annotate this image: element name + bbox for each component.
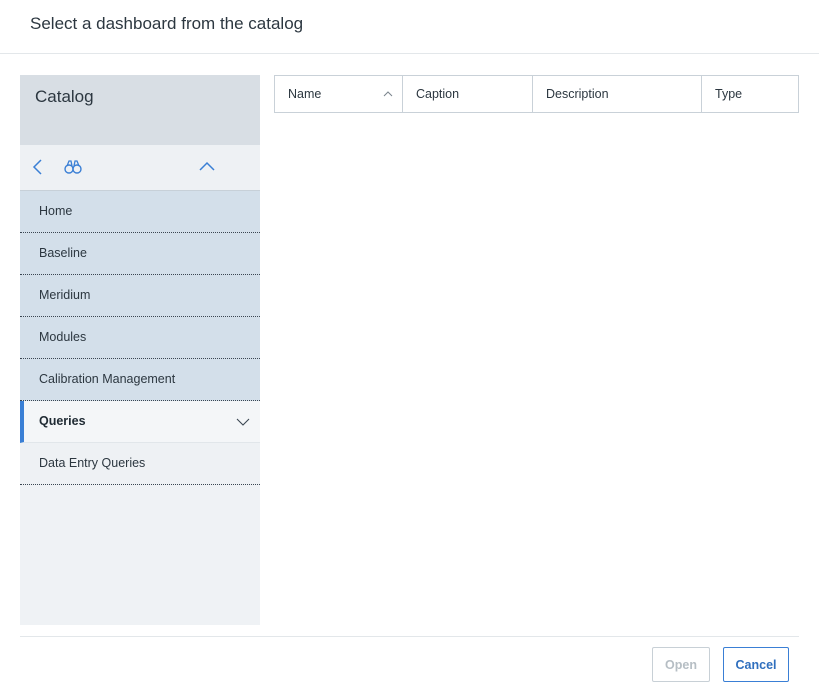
dialog-header: Select a dashboard from the catalog [0,0,819,54]
catalog-item-home[interactable]: Home [20,191,260,233]
chevron-up-icon[interactable] [196,156,218,178]
dialog-title: Select a dashboard from the catalog [30,14,304,33]
catalog-item-label: Queries [39,414,86,428]
catalog-item-label: Meridium [39,288,91,302]
catalog-item-label: Baseline [39,246,87,260]
column-header-label: Type [715,87,743,101]
catalog-item-label: Calibration Management [39,372,176,386]
open-button[interactable]: Open [652,647,710,682]
footer-divider [20,636,799,637]
catalog-item-meridium[interactable]: Meridium [20,275,260,317]
column-header-description[interactable]: Description [533,76,702,112]
column-header-name[interactable]: Name [275,76,403,112]
binoculars-icon[interactable] [62,156,84,178]
column-header-label: Description [546,87,609,101]
column-header-label: Name [288,87,322,101]
catalog-item-modules[interactable]: Modules [20,317,260,359]
sort-ascending-icon [383,89,393,99]
catalog-item-label: Data Entry Queries [39,456,146,470]
catalog-tree: Home Baseline Meridium Modules Calibrati… [20,191,260,485]
catalog-item-baseline[interactable]: Baseline [20,233,260,275]
catalog-item-label: Home [39,204,73,218]
catalog-toolbar [20,145,260,191]
catalog-item-label: Modules [39,330,87,344]
catalog-item-calibration-management[interactable]: Calibration Management [20,359,260,401]
column-header-caption[interactable]: Caption [403,76,533,112]
cancel-button[interactable]: Cancel [723,647,789,682]
chevron-down-icon[interactable] [236,415,250,429]
column-header-label: Caption [416,87,460,101]
column-header-type[interactable]: Type [702,76,798,112]
catalog-item-data-entry-queries[interactable]: Data Entry Queries [20,443,260,485]
catalog-header: Catalog [20,75,260,145]
chevron-left-icon[interactable] [28,156,50,178]
dashboard-picker-dialog: Select a dashboard from the catalog Cata… [0,0,819,691]
catalog-panel: Catalog Home Baseline Meridium Modules C… [20,75,260,625]
catalog-item-queries[interactable]: Queries [20,401,260,443]
dashboard-table-header: Name Caption Description Type [274,75,799,113]
catalog-title: Catalog [35,87,94,106]
